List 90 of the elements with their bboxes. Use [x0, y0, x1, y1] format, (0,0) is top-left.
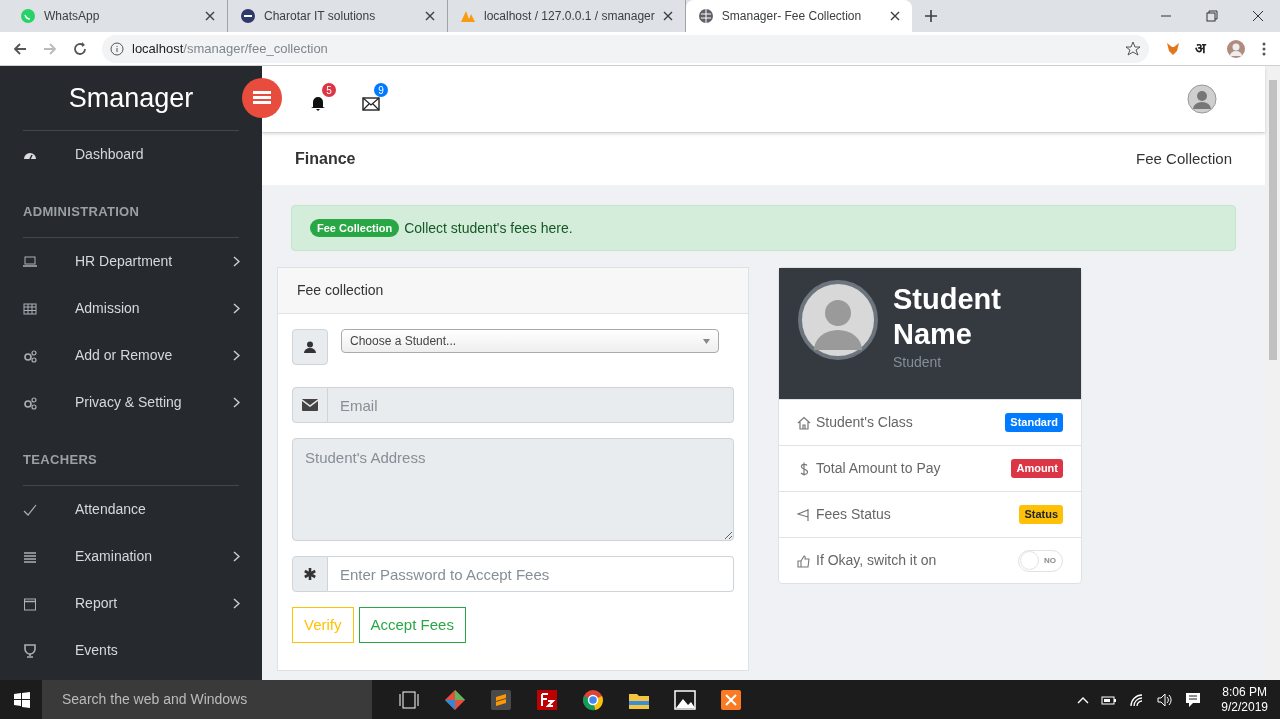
speaker-icon[interactable]	[1157, 692, 1174, 707]
info-badge: Status	[1019, 505, 1063, 524]
table-icon	[23, 301, 37, 316]
dropdown-caret-icon	[703, 338, 710, 344]
page-title: Finance	[295, 149, 356, 169]
close-icon[interactable]	[425, 11, 435, 21]
taskbar-search[interactable]: Search the web and Windows	[42, 680, 372, 719]
user-icon	[304, 341, 316, 353]
student-select[interactable]: Choose a Student...	[341, 329, 719, 353]
sidebar-item[interactable]: Report	[0, 580, 262, 627]
student-name: Student Name	[893, 282, 1002, 352]
user-avatar-icon[interactable]	[1187, 84, 1217, 114]
close-icon[interactable]	[889, 11, 900, 21]
address-bar[interactable]: localhost/smanager/fee_collection	[102, 34, 1149, 63]
more-icon[interactable]	[1262, 40, 1266, 57]
section-heading: ADMINISTRATION	[23, 202, 140, 221]
info-icon	[110, 41, 124, 56]
envelope-icon	[302, 399, 318, 411]
list-icon	[23, 549, 37, 564]
reload-icon[interactable]	[72, 40, 88, 57]
confirm-switch[interactable]: NO	[1018, 549, 1063, 572]
section-heading: TEACHERS	[23, 450, 98, 469]
info-label: If Okay, switch it on	[816, 551, 937, 570]
info-badge: Amount	[1011, 459, 1063, 478]
check-icon	[23, 502, 37, 517]
close-icon[interactable]	[1252, 10, 1264, 22]
task-view-icon[interactable]	[398, 688, 420, 711]
bell-icon	[310, 95, 326, 111]
tab-title: Smanager- Fee Collection	[721, 8, 863, 25]
alert-badge: Fee Collection	[310, 218, 400, 238]
close-icon[interactable]	[205, 11, 215, 21]
envelope-icon	[362, 97, 380, 111]
url-text: localhost/smanager/fee_collection	[132, 39, 328, 58]
count-badge: 5	[322, 83, 336, 97]
password-field[interactable]: Enter Password to Accept Fees	[328, 556, 734, 592]
tab-title: localhost / 127.0.0.1 / smanager	[484, 8, 655, 25]
close-icon[interactable]	[662, 11, 673, 21]
battery-icon[interactable]	[1101, 693, 1118, 706]
sidebar-item[interactable]: Privacy & Setting	[0, 379, 262, 426]
new-tab-icon[interactable]	[923, 9, 938, 23]
info-label: Student's Class	[816, 413, 913, 432]
sidebar-item[interactable]: Admission	[0, 285, 262, 332]
tab-title: Charotar IT solutions	[264, 8, 377, 25]
sidebar-item[interactable]: Add or Remove	[0, 332, 262, 379]
breadcrumb-link[interactable]: Fee Collection	[1136, 147, 1232, 171]
asterisk-icon	[303, 567, 317, 581]
menu-icon	[253, 91, 271, 105]
sidebar-item[interactable]: Events	[0, 627, 262, 674]
back-icon[interactable]	[12, 40, 28, 57]
flag-icon	[797, 507, 811, 522]
scrollbar[interactable]	[1265, 66, 1280, 680]
text-editor-app-icon[interactable]	[490, 688, 512, 711]
house-icon	[797, 415, 811, 430]
restore-icon[interactable]	[1206, 10, 1218, 22]
menu-button[interactable]	[242, 78, 282, 118]
thumbs-up-icon	[797, 553, 811, 568]
student-role: Student	[893, 353, 943, 372]
windows-start-icon[interactable]	[14, 691, 30, 708]
laptop-icon	[23, 254, 37, 269]
sidebar-item[interactable]: Examination	[0, 533, 262, 580]
taskbar-clock[interactable]: 8:06 PM 9/2/2019	[1221, 684, 1268, 715]
trophy-icon	[23, 643, 37, 658]
avatar-silhouette-icon	[798, 280, 878, 360]
count-badge: 9	[374, 83, 388, 97]
info-badge: Standard	[1005, 413, 1063, 432]
messages-button[interactable]: 9	[362, 83, 392, 115]
chevron-up-icon[interactable]	[1077, 695, 1090, 704]
profile-avatar-icon[interactable]	[1226, 38, 1246, 59]
globe-icon	[697, 8, 714, 24]
diamond-app-icon[interactable]	[444, 688, 466, 711]
sidebar-item[interactable]: HR Department	[0, 238, 262, 285]
gears-icon	[23, 395, 37, 410]
star-icon[interactable]	[1125, 40, 1141, 57]
card-title: Fee collection	[297, 281, 384, 300]
brand-title: Smanager	[68, 81, 194, 115]
notifications-icon[interactable]	[1185, 691, 1202, 708]
alert-text: Collect student's fees here.	[404, 218, 573, 238]
calendar-icon	[23, 596, 37, 611]
info-label: Total Amount to Pay	[816, 459, 941, 478]
info-label: Fees Status	[816, 505, 891, 524]
browser-tab[interactable]: Smanager- Fee Collection	[685, 0, 912, 32]
gears-icon	[23, 348, 37, 363]
fox-icon[interactable]	[1165, 40, 1181, 57]
sidebar-item[interactable]: Attendance	[0, 486, 262, 533]
extension-label[interactable]: अ	[1195, 38, 1206, 59]
notifications-button[interactable]: 5	[310, 83, 340, 115]
sidebar-item[interactable]: Dashboard	[0, 131, 262, 178]
browser-app-icon[interactable]	[582, 688, 604, 711]
photos-app-icon[interactable]	[674, 688, 696, 711]
tab-title: WhatsApp	[44, 8, 101, 25]
